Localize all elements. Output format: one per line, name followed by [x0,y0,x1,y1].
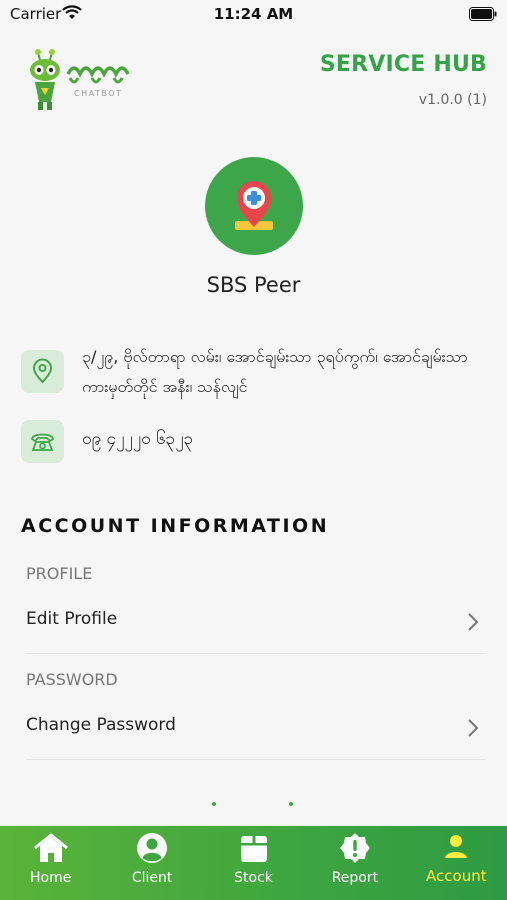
status-bar: Carrier 11:24 AM [0,0,507,30]
address-text: ၃/၂၉, ဗိုလ်တာရာ လမ်း၊ အောင်ချမ်းသာ ၃ရပ်က… [82,347,468,396]
battery-icon [469,6,497,25]
tab-report[interactable]: Report [304,826,405,900]
tab-client-label: Client [131,870,173,886]
bottom-tab-bar: Home Client Stock Report Account [0,826,507,900]
page-title: SERVICE HUB [319,52,487,77]
user-circle-icon [136,832,168,868]
profile-group-label: PROFILE [26,564,93,583]
chevron-right-icon [467,718,479,742]
tab-client[interactable]: Client [101,826,202,900]
divider [26,653,485,654]
profile-name: SBS Peer [206,273,301,297]
person-icon [441,832,471,866]
tab-home-label: Home [30,870,72,886]
tab-account[interactable]: Account [406,826,507,900]
app-logo: CHATBOT [26,48,136,114]
home-icon [33,832,69,868]
loading-dots [0,800,507,808]
logo-caption: CHATBOT [74,89,122,98]
phone-number: ၀၉ ၄၂၂၂၀ ၆၃၂၃ [82,429,194,449]
chevron-right-icon [467,612,479,636]
edit-profile-label: Edit Profile [26,609,118,629]
box-icon [239,832,269,868]
profile-avatar [205,157,303,255]
tab-stock[interactable]: Stock [203,826,304,900]
tab-stock-label: Stock [234,870,273,886]
account-section-heading: ACCOUNT INFORMATION [21,515,330,537]
app-version: v1.0.0 (1) [418,92,487,108]
phone-icon [31,433,54,451]
map-pin-icon [32,358,53,384]
tab-report-label: Report [331,870,379,886]
change-password-row[interactable]: Change Password [0,703,507,753]
status-time: 11:24 AM [213,5,294,23]
location-pin-icon [235,181,273,230]
tab-home[interactable]: Home [0,826,101,900]
edit-profile-row[interactable]: Edit Profile [0,597,507,647]
address-icon-box [21,350,64,393]
change-password-label: Change Password [26,715,176,735]
tab-account-label: Account [426,867,487,885]
phone-icon-box [21,420,64,463]
divider [26,759,485,760]
alert-badge-icon [339,832,371,868]
password-group-label: PASSWORD [26,670,118,689]
